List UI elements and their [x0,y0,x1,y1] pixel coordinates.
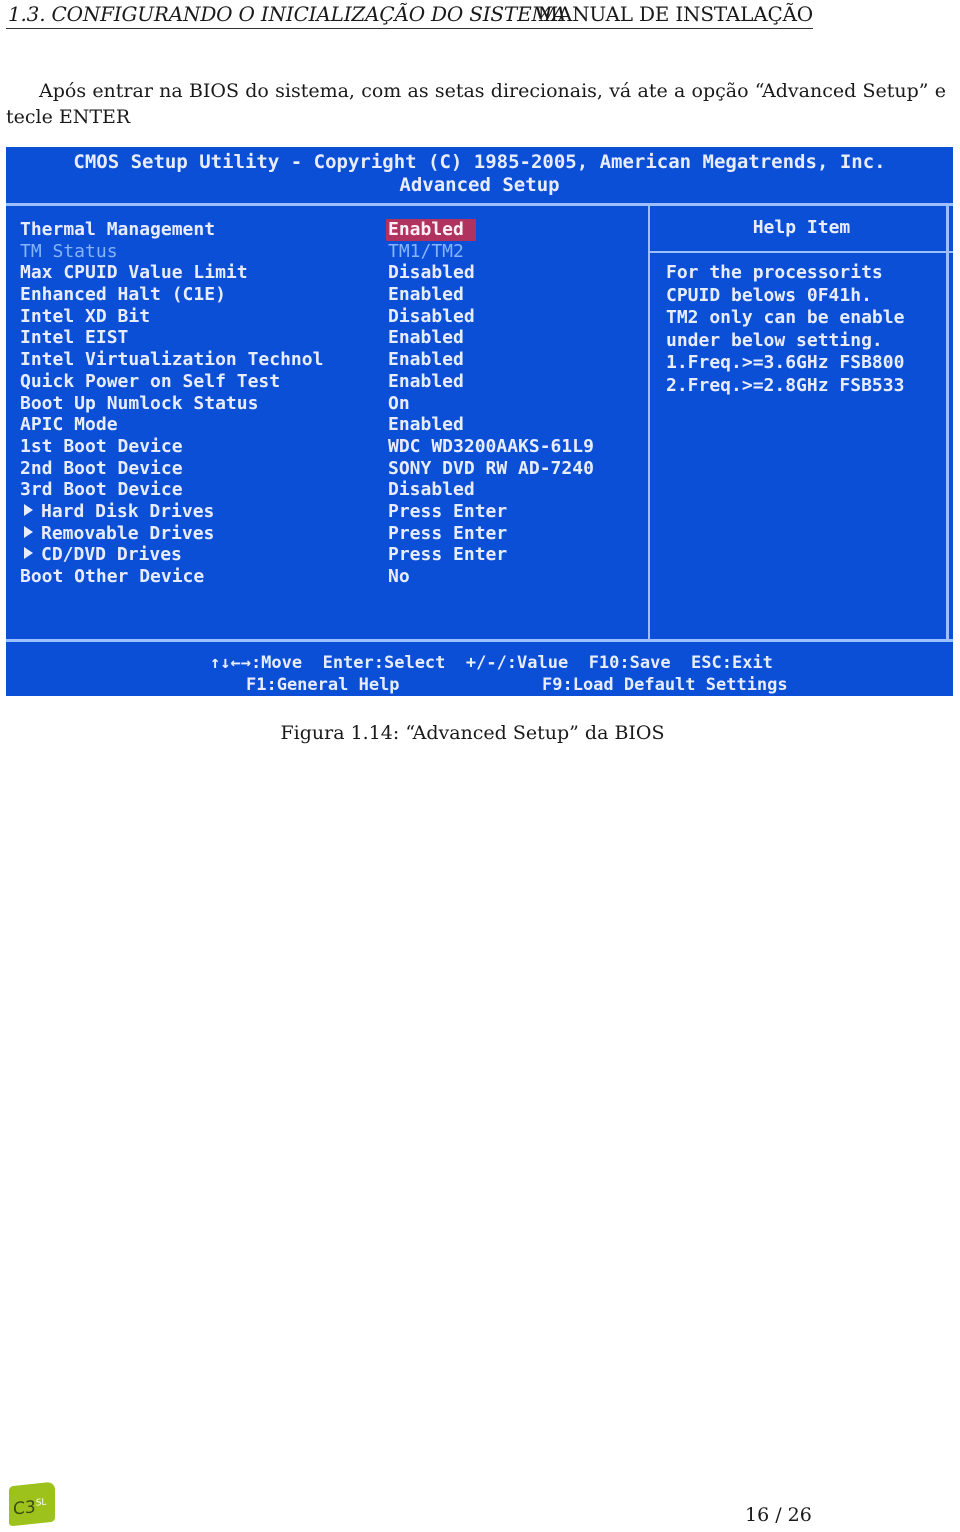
setting-value[interactable]: Disabled [386,479,487,501]
setting-label-text: 3rd Boot Device [20,479,183,501]
section-title: 1.3. CONFIGURANDO O INICIALIZAÇÃO DO SIS… [8,2,566,26]
setting-label: TM Status [20,241,118,263]
setting-value[interactable]: No [386,566,422,588]
help-line: 1.Freq.>=3.6GHz FSB800 [666,352,905,373]
setting-label-text: Max CPUID Value Limit [20,262,248,284]
setting-label-text: Intel Virtualization Technol [20,349,324,371]
help-line: 2.Freq.>=2.8GHz FSB533 [666,374,905,396]
setting-label-text: Intel XD Bit [20,305,151,327]
setting-label: Max CPUID Value Limit [20,262,248,284]
setting-label: Enhanced Halt (C1E) [20,284,226,306]
setting-value[interactable]: Disabled [386,262,487,284]
submenu-arrow-icon [24,525,33,538]
setting-label: Intel Virtualization Technol [20,349,323,371]
figure-caption: Figura 1.14: “Advanced Setup” da BIOS [280,722,665,744]
body-paragraph: Após entrar na BIOS do sistema, com as s… [6,80,946,128]
setting-label-text: Boot Up Numlock Status [20,392,259,414]
setting-label: CD/DVD Drives [20,544,182,566]
setting-label: Quick Power on Self Test [20,371,280,393]
submenu-arrow-icon [24,503,33,516]
key-legend-line: ↑↓←→:Move Enter:Select +/-/:Value F10:Sa… [210,653,773,673]
key-legend-defaults: F9:Load Default Settings [542,675,788,695]
help-line: TM2 only can be enable [666,307,905,328]
setting-label-text: Hard Disk Drives [41,500,215,522]
setting-value[interactable]: Enabled [386,327,476,349]
setting-label: Thermal Management [20,219,215,241]
setting-value[interactable]: Enabled [386,219,476,241]
setting-value[interactable]: Disabled [386,306,487,328]
setting-label: 2nd Boot Device [20,458,183,480]
setting-label-text: APIC Mode [20,414,118,436]
setting-value[interactable]: WDC WD3200AAKS-61L9 [386,436,606,458]
bios-divider-top [6,203,953,206]
setting-label-text: Quick Power on Self Test [20,370,281,392]
setting-label-text: Intel EIST [20,327,129,349]
bios-copyright: CMOS Setup Utility - Copyright (C) 1985-… [73,151,886,173]
setting-label: Boot Other Device [20,566,204,588]
logo-sup: SL [35,1497,47,1509]
document-title: MANUAL DE INSTALAÇÃO [537,2,814,26]
setting-label-text: TM Status [20,240,118,262]
setting-label-text: 1st Boot Device [20,435,183,457]
setting-value[interactable]: Enabled [386,414,476,436]
setting-label: 3rd Boot Device [20,479,183,501]
submenu-arrow-icon [24,547,33,560]
help-text: For the processorits CPUID belows 0F41h.… [666,262,904,397]
setting-value[interactable]: TM1/TM2 [386,241,476,263]
setting-label: Intel EIST [20,327,128,349]
running-header: 1.3. CONFIGURANDO O INICIALIZAÇÃO DO SIS… [8,2,813,28]
setting-value[interactable]: Enabled [386,349,476,371]
setting-value[interactable]: Press Enter [386,501,519,523]
bios-divider-bottom [6,639,953,642]
bios-screenshot: CMOS Setup Utility - Copyright (C) 1985-… [6,147,953,696]
key-legend-help: F1:General Help [246,675,400,695]
setting-value[interactable]: SONY DVD RW AD-7240 [386,458,606,480]
help-line: For the processorits [666,262,883,283]
help-title: Help Item [752,217,851,238]
bios-divider-vertical [648,206,650,642]
setting-value[interactable]: Enabled [386,371,476,393]
setting-label-text: CD/DVD Drives [41,544,182,566]
header-rule [6,28,813,29]
setting-label-text: Boot Other Device [20,566,205,587]
setting-value[interactable]: Press Enter [386,544,519,566]
page-number: 16 / 26 [745,1504,812,1526]
setting-label: Removable Drives [20,523,214,545]
setting-value[interactable]: Press Enter [386,523,519,545]
bios-screen-title: Advanced Setup [399,174,560,196]
setting-value[interactable]: On [386,393,422,415]
setting-label-text: Thermal Management [20,219,216,240]
setting-label-text: Removable Drives [41,522,215,544]
help-line: CPUID belows 0F41h. [666,284,872,306]
c3sl-logo: C3SL [9,1481,55,1527]
setting-label: 1st Boot Device [20,436,183,458]
help-line: under below setting. [666,329,883,351]
setting-label-text: Enhanced Halt (C1E) [20,284,226,306]
setting-label-text: 2nd Boot Device [20,457,183,479]
setting-value[interactable]: Enabled [386,284,476,306]
bios-border-right [946,206,949,642]
setting-label: Boot Up Numlock Status [20,393,258,415]
setting-label: Hard Disk Drives [20,501,214,523]
logo-text: C3 [13,1497,36,1520]
setting-label: Intel XD Bit [20,306,150,328]
bios-banner: CMOS Setup Utility - Copyright (C) 1985-… [6,147,953,203]
setting-label: APIC Mode [20,414,118,436]
bios-help-divider [650,251,953,253]
